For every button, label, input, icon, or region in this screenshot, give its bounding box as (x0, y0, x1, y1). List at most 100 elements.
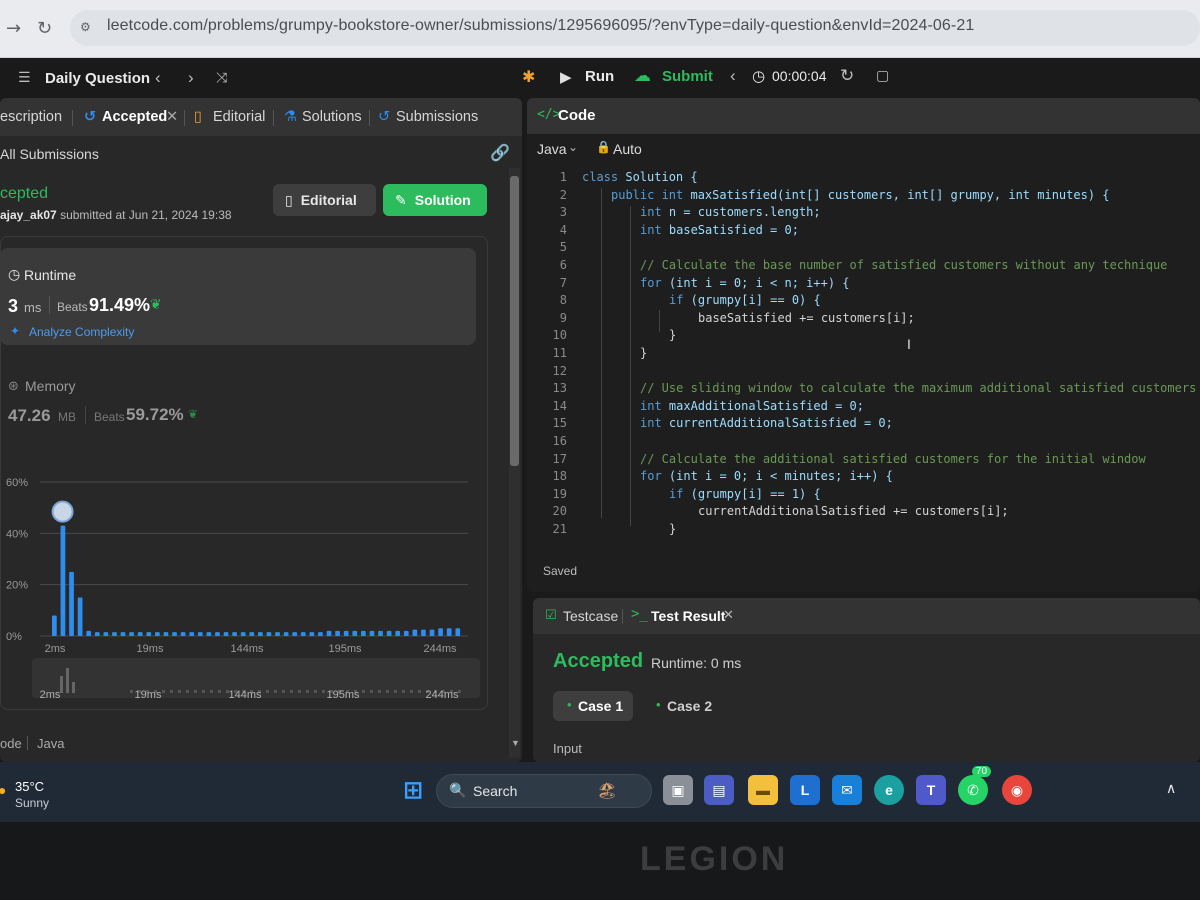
chart-bar (77, 597, 83, 636)
forward-arrow-icon[interactable]: → (6, 18, 21, 39)
chart-bar (249, 632, 255, 636)
leaf-icon: ❦ (150, 296, 162, 312)
taskbar-search-box[interactable]: 🔍 Search 🏖 (436, 774, 652, 808)
code-line[interactable]: 12 (527, 364, 1200, 382)
chart-bar (318, 632, 323, 636)
code-title: Code (558, 107, 596, 124)
code-area[interactable]: 1 class Solution {2 public int maxSatisfie… (527, 170, 1200, 570)
tab-accepted[interactable]: Accepted (102, 109, 167, 125)
memory-card[interactable]: ⊛ Memory 47.26 MB Beats 59.72% ❦ (0, 368, 476, 448)
code-line[interactable]: 16 (527, 434, 1200, 452)
submit-button[interactable]: Submit (662, 68, 713, 85)
code-line[interactable]: 20 currentAdditionalSatisfied += customer… (527, 504, 1200, 522)
navigator-dot (378, 690, 381, 693)
task-view-icon[interactable]: ▣ (663, 775, 693, 805)
line-number: 1 (559, 170, 567, 184)
edge-browser-icon[interactable]: e (874, 775, 904, 805)
l-app-icon[interactable]: L (790, 775, 820, 805)
code-line[interactable]: 2 public int maxSatisfied(int[] customers… (527, 188, 1200, 206)
case-dot-icon: • (656, 697, 661, 712)
code-line[interactable]: 5 (527, 240, 1200, 258)
edit-icon: ✎ (395, 191, 407, 208)
site-settings-icon[interactable]: ⚙ (80, 20, 96, 34)
debug-bug-icon[interactable]: ✱ (522, 67, 535, 87)
code-line[interactable]: 9 baseSatisfied += customers[i]; (527, 311, 1200, 329)
system-tray-chevron-icon[interactable]: ∧ (1166, 780, 1176, 797)
tab-description[interactable]: escription (0, 109, 62, 125)
chart-bar (369, 630, 375, 636)
mail-icon[interactable]: ✉ (832, 775, 862, 805)
reload-icon[interactable]: ↻ (37, 18, 52, 39)
windows-start-icon[interactable]: ⊞ (398, 775, 428, 805)
weather-description: Sunny (15, 796, 50, 810)
all-submissions-link[interactable]: All Submissions (0, 146, 99, 162)
chart-bar (343, 630, 349, 636)
code-line[interactable]: 21} (527, 522, 1200, 540)
submit-cloud-icon[interactable]: ☁ (634, 66, 651, 86)
run-play-icon[interactable]: ▶ (560, 68, 572, 86)
code-line[interactable]: 4 int baseSatisfied = 0; (527, 223, 1200, 241)
analyze-complexity-link[interactable]: Analyze Complexity (29, 325, 134, 339)
timer-icon[interactable]: ◷ (752, 67, 765, 85)
tab-editorial[interactable]: Editorial (213, 109, 265, 125)
solution-button[interactable]: ✎ Solution (383, 184, 487, 216)
daily-question-title[interactable]: Daily Question (45, 70, 150, 87)
teams-chat-icon[interactable]: ▤ (704, 775, 734, 805)
line-number: 6 (559, 258, 567, 272)
tab-test-result[interactable]: Test Result (651, 608, 725, 624)
weather-temperature[interactable]: 35°C (15, 779, 44, 794)
line-number: 14 (552, 398, 567, 413)
list-icon[interactable]: ☰ (18, 69, 31, 86)
close-tab-icon[interactable]: ✕ (166, 109, 178, 125)
chevron-down-icon[interactable]: ⌄ (568, 140, 578, 154)
accepted-tab-icon: ↺ (84, 109, 97, 125)
chart-bar (146, 632, 152, 636)
case-2-tab[interactable]: Case 2 (667, 698, 712, 714)
close-tab-icon[interactable]: ✕ (723, 607, 734, 623)
code-line[interactable]: 18 for (int i = 0; i < minutes; i++) { (527, 469, 1200, 487)
code-line[interactable]: 7 for (int i = 0; i < n; i++) { (527, 276, 1200, 294)
shuffle-icon[interactable]: ⤨ (216, 69, 227, 86)
code-line[interactable]: 8 if (grumpy[i] == 0) { (527, 293, 1200, 311)
code-line[interactable]: 1 class Solution { (527, 170, 1200, 188)
editorial-button[interactable]: ▯ Editorial (273, 184, 376, 216)
code-line[interactable]: 6 // Calculate the base number of satisfi… (527, 258, 1200, 276)
auto-mode-toggle[interactable]: Auto (613, 141, 642, 157)
tab-submissions[interactable]: Submissions (396, 109, 478, 125)
whatsapp-icon[interactable]: ✆ (958, 775, 988, 805)
chrome-icon[interactable]: ◉ (1002, 775, 1032, 805)
leaf-icon: ❦ (188, 407, 199, 421)
navigator-dot (306, 690, 309, 693)
run-button[interactable]: Run (585, 68, 614, 85)
notes-icon[interactable]: ▢ (876, 67, 889, 84)
file-explorer-icon[interactable]: ▬ (748, 775, 778, 805)
teams-icon[interactable]: T (916, 775, 946, 805)
code-line[interactable]: 3 int n = customers.length; (527, 205, 1200, 223)
reset-timer-icon[interactable]: ↻ (840, 66, 854, 86)
sun-icon: ● (0, 782, 7, 798)
code-line[interactable]: 13 // Use sliding window to calculate the… (527, 381, 1200, 399)
code-line[interactable]: 17 // Calculate the additional satisfied … (527, 452, 1200, 470)
code-line[interactable]: 14 int maxAdditionalSatisfied = 0; (527, 399, 1200, 417)
code-line[interactable]: 11} (527, 346, 1200, 364)
collapse-timer-icon[interactable]: ‹ (730, 66, 736, 86)
left-scrollbar-thumb[interactable] (510, 176, 519, 466)
submitter-username[interactable]: ajay_ak07 (0, 208, 57, 222)
language-select[interactable]: Java (537, 141, 567, 157)
code-line[interactable]: 15 int currentAdditionalSatisfied = 0; (527, 416, 1200, 434)
navigator-dot (210, 690, 213, 693)
next-problem-icon[interactable]: › (188, 68, 194, 88)
case-1-tab[interactable]: • Case 1 (553, 691, 633, 721)
runtime-card[interactable]: ◷ Runtime 3 ms Beats 91.49% ❦ ✦ Analyze … (0, 248, 476, 345)
prev-problem-icon[interactable]: ‹ (155, 68, 161, 88)
chart-bar (215, 632, 220, 636)
scroll-down-icon[interactable]: ▼ (511, 738, 520, 748)
code-line[interactable]: 19 if (grumpy[i] == 1) { (527, 487, 1200, 505)
link-icon[interactable]: 🔗 (490, 143, 510, 163)
indent-guide (659, 310, 660, 332)
tab-testcase[interactable]: Testcase (563, 608, 618, 624)
code-line[interactable]: 10} (527, 328, 1200, 346)
history-icon: ↺ (378, 109, 391, 125)
tab-solutions[interactable]: Solutions (302, 109, 362, 125)
chart-bar (240, 632, 246, 636)
